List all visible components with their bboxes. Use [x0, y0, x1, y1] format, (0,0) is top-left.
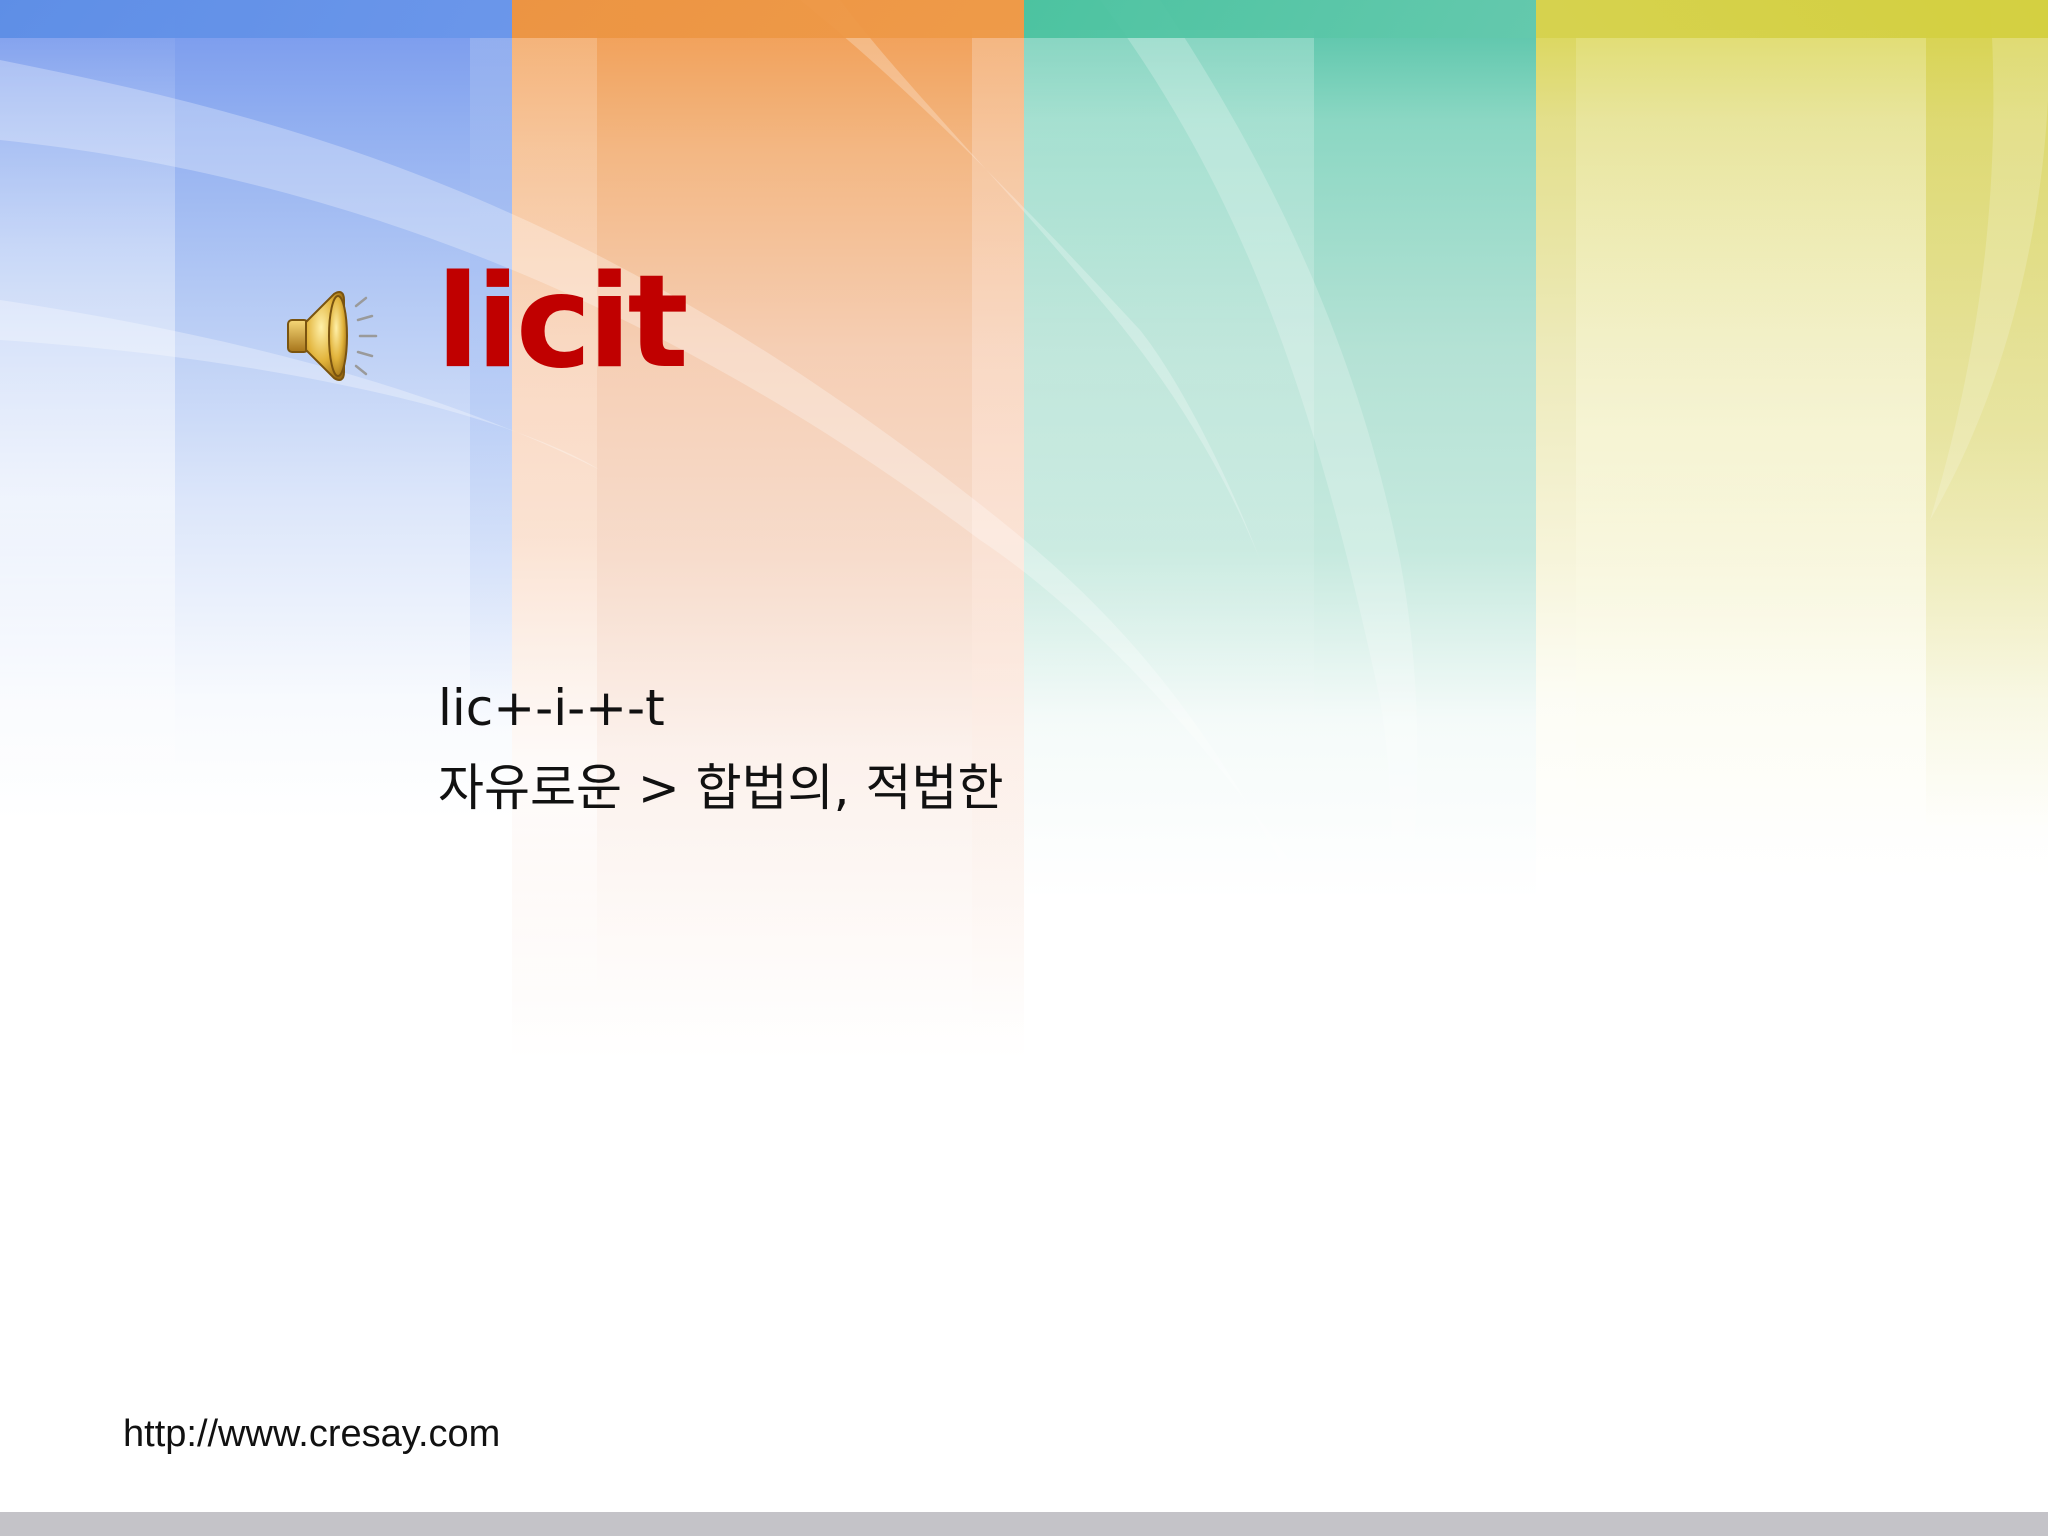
background-swoosh [0, 0, 2048, 1040]
top-color-strip [0, 0, 2048, 38]
pronunciation-text: lic+-i-+-t [438, 679, 665, 737]
speaker-icon-graphic [287, 291, 378, 381]
meaning-text: 자유로운 > 합법의, 적법한 [438, 759, 1004, 817]
speaker-icon[interactable] [282, 282, 392, 392]
slide: licit lic+-i-+-t 자유로운 > 합법의, 적법한 http://… [0, 0, 2048, 1536]
bottom-bar [0, 1512, 2048, 1536]
slide-body: lic+-i-+-t 자유로운 > 합법의, 적법한 [438, 668, 1003, 828]
slide-title: licit [436, 248, 689, 397]
footer-url[interactable]: http://www.cresay.com [123, 1410, 500, 1458]
